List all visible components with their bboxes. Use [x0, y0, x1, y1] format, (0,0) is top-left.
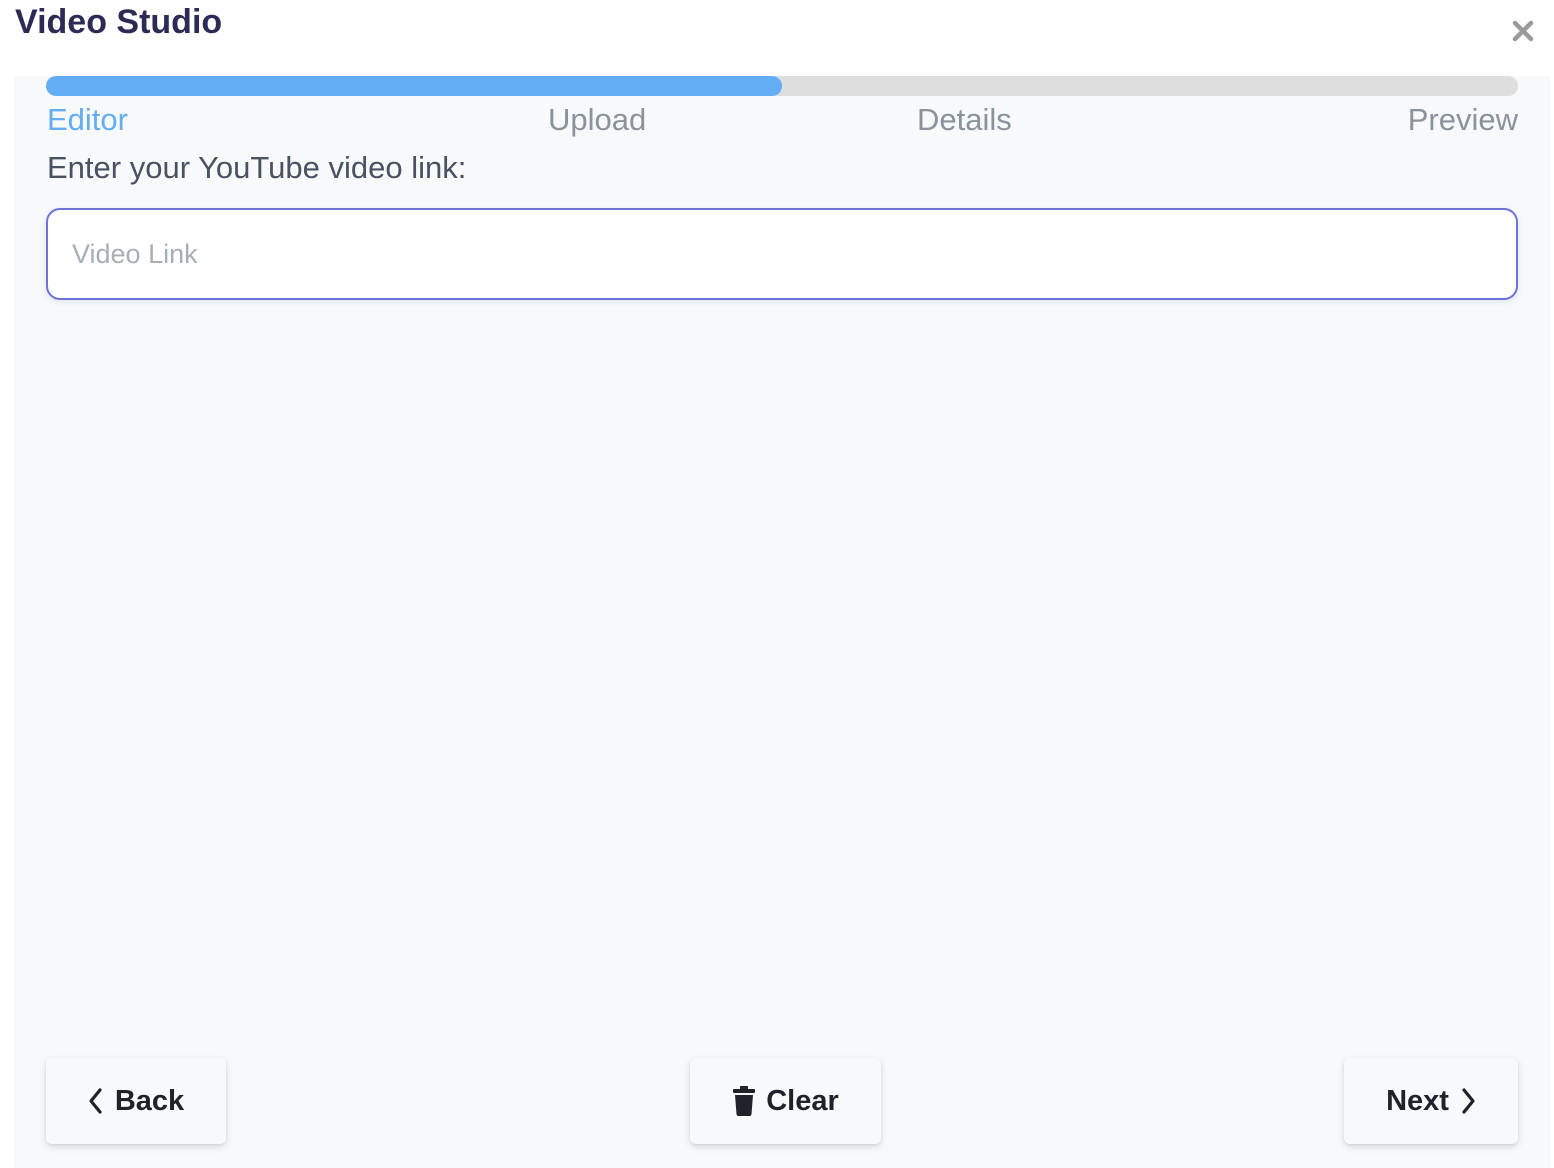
- clear-button[interactable]: Clear: [690, 1058, 881, 1144]
- step-details[interactable]: Details: [917, 102, 1012, 138]
- trash-icon: [732, 1086, 756, 1116]
- chevron-left-icon: [88, 1087, 104, 1115]
- close-button[interactable]: [1506, 16, 1540, 50]
- chevron-right-icon: [1460, 1087, 1476, 1115]
- wizard-panel: Editor Upload Details Preview Enter your…: [14, 76, 1550, 1168]
- progress-bar: [46, 76, 1518, 96]
- back-label: Back: [114, 1084, 185, 1117]
- next-button[interactable]: Next: [1344, 1058, 1518, 1144]
- clear-label: Clear: [766, 1084, 839, 1117]
- step-upload[interactable]: Upload: [548, 102, 646, 138]
- video-link-label: Enter your YouTube video link:: [47, 150, 467, 185]
- next-label: Next: [1386, 1084, 1449, 1117]
- step-editor[interactable]: Editor: [47, 102, 128, 138]
- close-icon: [1511, 19, 1535, 48]
- dialog-title: Video Studio: [15, 3, 223, 41]
- step-preview[interactable]: Preview: [1408, 102, 1518, 138]
- progress-fill: [46, 76, 782, 96]
- back-button[interactable]: Back: [46, 1058, 226, 1144]
- video-link-input[interactable]: [46, 208, 1518, 300]
